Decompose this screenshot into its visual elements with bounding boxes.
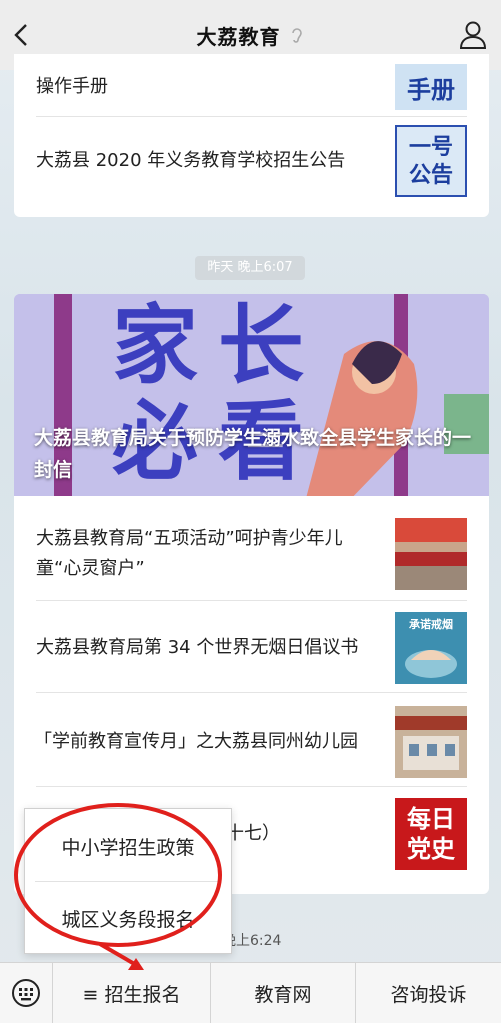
menu-education-site[interactable]: 教育网 [211, 963, 356, 1023]
list-item[interactable]: 大荔县 2020 年义务教育学校招生公告 一号 公告 [36, 124, 467, 198]
keyboard-toggle[interactable] [0, 963, 53, 1023]
list-item[interactable]: 大荔县教育局第 34 个世界无烟日倡议书 承诺戒烟 [36, 608, 467, 688]
list-item-title: 大荔县 2020 年义务教育学校招生公告 [36, 150, 346, 171]
thumbnail-party-history: 每日 党史 [395, 798, 467, 870]
divider [36, 692, 467, 693]
list-item[interactable]: 大荔县教育局“五项活动”呵护青少年儿童“心灵窗户” [36, 512, 467, 596]
list-item-title: 大荔县教育局第 34 个世界无烟日倡议书 [36, 637, 359, 658]
list-item-title: 大荔县教育局“五项活动”呵护青少年儿童“心灵窗户” [36, 528, 343, 579]
divider [35, 881, 221, 882]
page-title: 大荔教育 [196, 24, 281, 49]
thumbnail-announcement: 一号 公告 [395, 125, 467, 197]
hero-title: 大荔县教育局关于预防学生溺水致全县学生家长的一封信 [34, 427, 472, 481]
hero-article[interactable]: 家长 必看 大荔县教育局关于预防学生溺水致全县学生家长的一封信 [14, 294, 489, 496]
user-profile-icon[interactable] [459, 20, 487, 50]
article-card-top: 操作手册 手册 大荔县 2020 年义务教育学校招生公告 一号 公告 [14, 54, 489, 217]
keyboard-icon [12, 979, 40, 1007]
list-item-title: 「学前教育宣传月」之大荔县同州幼儿园 [34, 731, 358, 752]
list-item[interactable]: 操作手册 手册 [36, 64, 467, 110]
thumbnail-kindergarten [395, 706, 467, 778]
thumbnail-activity [395, 518, 467, 590]
message-timestamp: 昨天 晚上6:07 [195, 256, 305, 280]
list-item-title: 操作手册 [36, 76, 108, 97]
submenu-item-admission-policy[interactable]: 中小学招生政策 [25, 811, 231, 881]
divider [36, 600, 467, 601]
submenu-popup: 中小学招生政策 城区义务段报名 [24, 808, 232, 954]
submenu-item-city-registration[interactable]: 城区义务段报名 [25, 883, 231, 953]
list-item[interactable]: 「学前教育宣传月」之大荔县同州幼儿园 [34, 702, 467, 782]
menu-admission[interactable]: ≡ 招生报名 [53, 963, 211, 1023]
menu-inquiry[interactable]: 咨询投诉 [356, 963, 501, 1023]
back-arrow-icon[interactable] [10, 22, 34, 48]
ear-icon [291, 28, 302, 43]
divider [36, 786, 467, 787]
divider [36, 116, 467, 117]
thumbnail-no-smoking: 承诺戒烟 [395, 612, 467, 684]
bottom-menu-bar: ≡ 招生报名 教育网 咨询投诉 [0, 962, 501, 1023]
thumbnail-manual: 手册 [395, 64, 467, 110]
message-timestamp: 晚上6:24 [222, 933, 282, 949]
